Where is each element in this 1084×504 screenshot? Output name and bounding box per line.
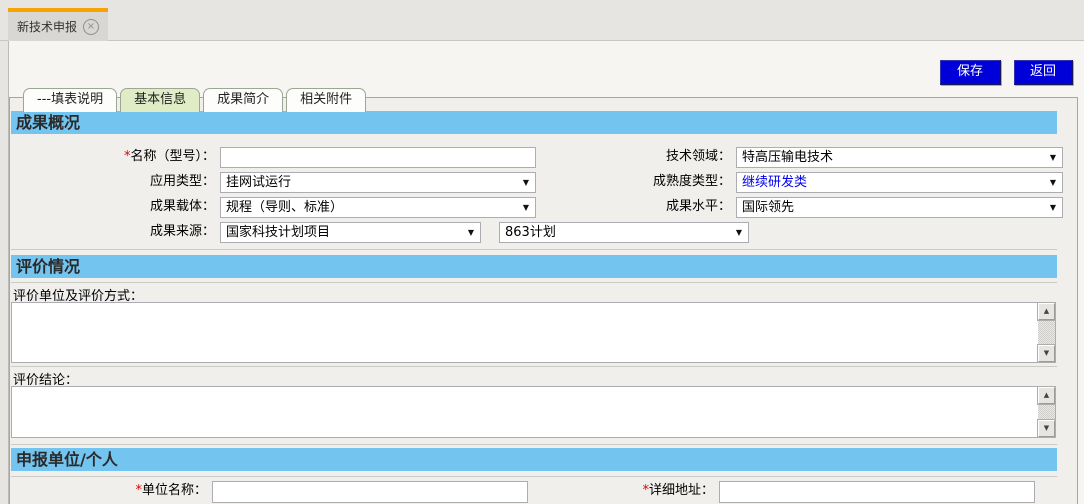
app-type-value: 挂网试运行 [226,175,291,190]
eval-conclusion-textarea[interactable]: ▲ ▼ [11,386,1056,438]
address-label: *详细地址： [508,480,714,502]
carrier-label: 成果载体： [10,196,215,218]
tech-field-label: 技术领域： [526,146,731,168]
source-select[interactable]: 国家科技计划项目 ▼ [220,222,481,243]
dropdown-arrow-icon: ▼ [468,224,474,242]
dropdown-arrow-icon: ▼ [736,224,742,242]
level-label: 成果水平： [526,196,731,218]
section-header-overview: 成果概况 [11,111,1057,134]
section-header-applicant: 申报单位/个人 [11,448,1057,471]
maturity-select[interactable]: 继续研发类 ▼ [736,172,1063,193]
name-input[interactable] [220,147,536,168]
tab-result-intro[interactable]: 成果简介 [203,88,283,112]
main-panel: 保存 返回 ---填表说明 基本信息 成果简介 相关附件 成果概况 *名称（型号… [8,41,1084,504]
source-sub-value: 863计划 [505,225,556,240]
unit-name-input[interactable] [212,481,528,503]
unit-name-label: *单位名称： [10,480,207,502]
section-header-evaluation: 评价情况 [11,255,1057,278]
window-tab-label: 新技术申报 [17,18,77,35]
scroll-up-button[interactable]: ▲ [1038,387,1055,404]
maturity-label: 成熟度类型： [526,171,731,193]
carrier-select[interactable]: 规程（导则、标准）▼ [220,197,536,218]
eval-unit-method-text [12,303,1038,362]
eval-conclusion-text [12,387,1038,437]
form-content-box: 成果概况 *名称（型号）： 技术领域： 特高压输电技术 ▼ 应用类型： 挂网试运行… [9,97,1078,504]
divider [11,476,1057,477]
app-type-select[interactable]: 挂网试运行▼ [220,172,536,193]
tab-basic-info[interactable]: 基本信息 [120,88,200,112]
save-button[interactable]: 保存 [940,60,1001,85]
maturity-value: 继续研发类 [742,175,807,190]
scroll-down-button[interactable]: ▼ [1038,345,1055,362]
source-sub-select[interactable]: 863计划 ▼ [499,222,749,243]
tab-fill-instructions[interactable]: ---填表说明 [23,88,117,112]
source-label: 成果来源： [10,221,215,243]
divider [11,444,1057,445]
window-tab-bar: 新技术申报 × [0,0,1084,41]
close-icon[interactable]: × [83,19,99,35]
app-type-label: 应用类型： [10,171,215,193]
eval-unit-method-textarea[interactable]: ▲ ▼ [11,302,1056,363]
name-label: *名称（型号）： [10,146,215,168]
divider [11,282,1057,283]
tech-field-value: 特高压输电技术 [742,150,833,165]
dropdown-arrow-icon: ▼ [1050,149,1056,167]
divider [11,249,1057,250]
page: 新技术申报 × 保存 返回 ---填表说明 基本信息 成果简介 相关附件 成果概… [0,0,1084,504]
tab-attachments[interactable]: 相关附件 [286,88,366,112]
form-tabs: ---填表说明 基本信息 成果简介 相关附件 [23,88,366,112]
window-tab-new-tech-declaration[interactable]: 新技术申报 × [8,8,108,41]
level-value: 国际领先 [742,200,794,215]
divider [11,366,1057,367]
back-button[interactable]: 返回 [1014,60,1073,85]
scrollbar[interactable]: ▲ ▼ [1038,387,1055,437]
dropdown-arrow-icon: ▼ [1050,174,1056,192]
level-select[interactable]: 国际领先 ▼ [736,197,1063,218]
address-input[interactable] [719,481,1035,503]
source-value: 国家科技计划项目 [226,225,330,240]
scroll-up-button[interactable]: ▲ [1038,303,1055,320]
carrier-value: 规程（导则、标准） [226,200,343,215]
scrollbar[interactable]: ▲ ▼ [1038,303,1055,362]
dropdown-arrow-icon: ▼ [1050,199,1056,217]
tech-field-select[interactable]: 特高压输电技术 ▼ [736,147,1063,168]
scroll-down-button[interactable]: ▼ [1038,420,1055,437]
